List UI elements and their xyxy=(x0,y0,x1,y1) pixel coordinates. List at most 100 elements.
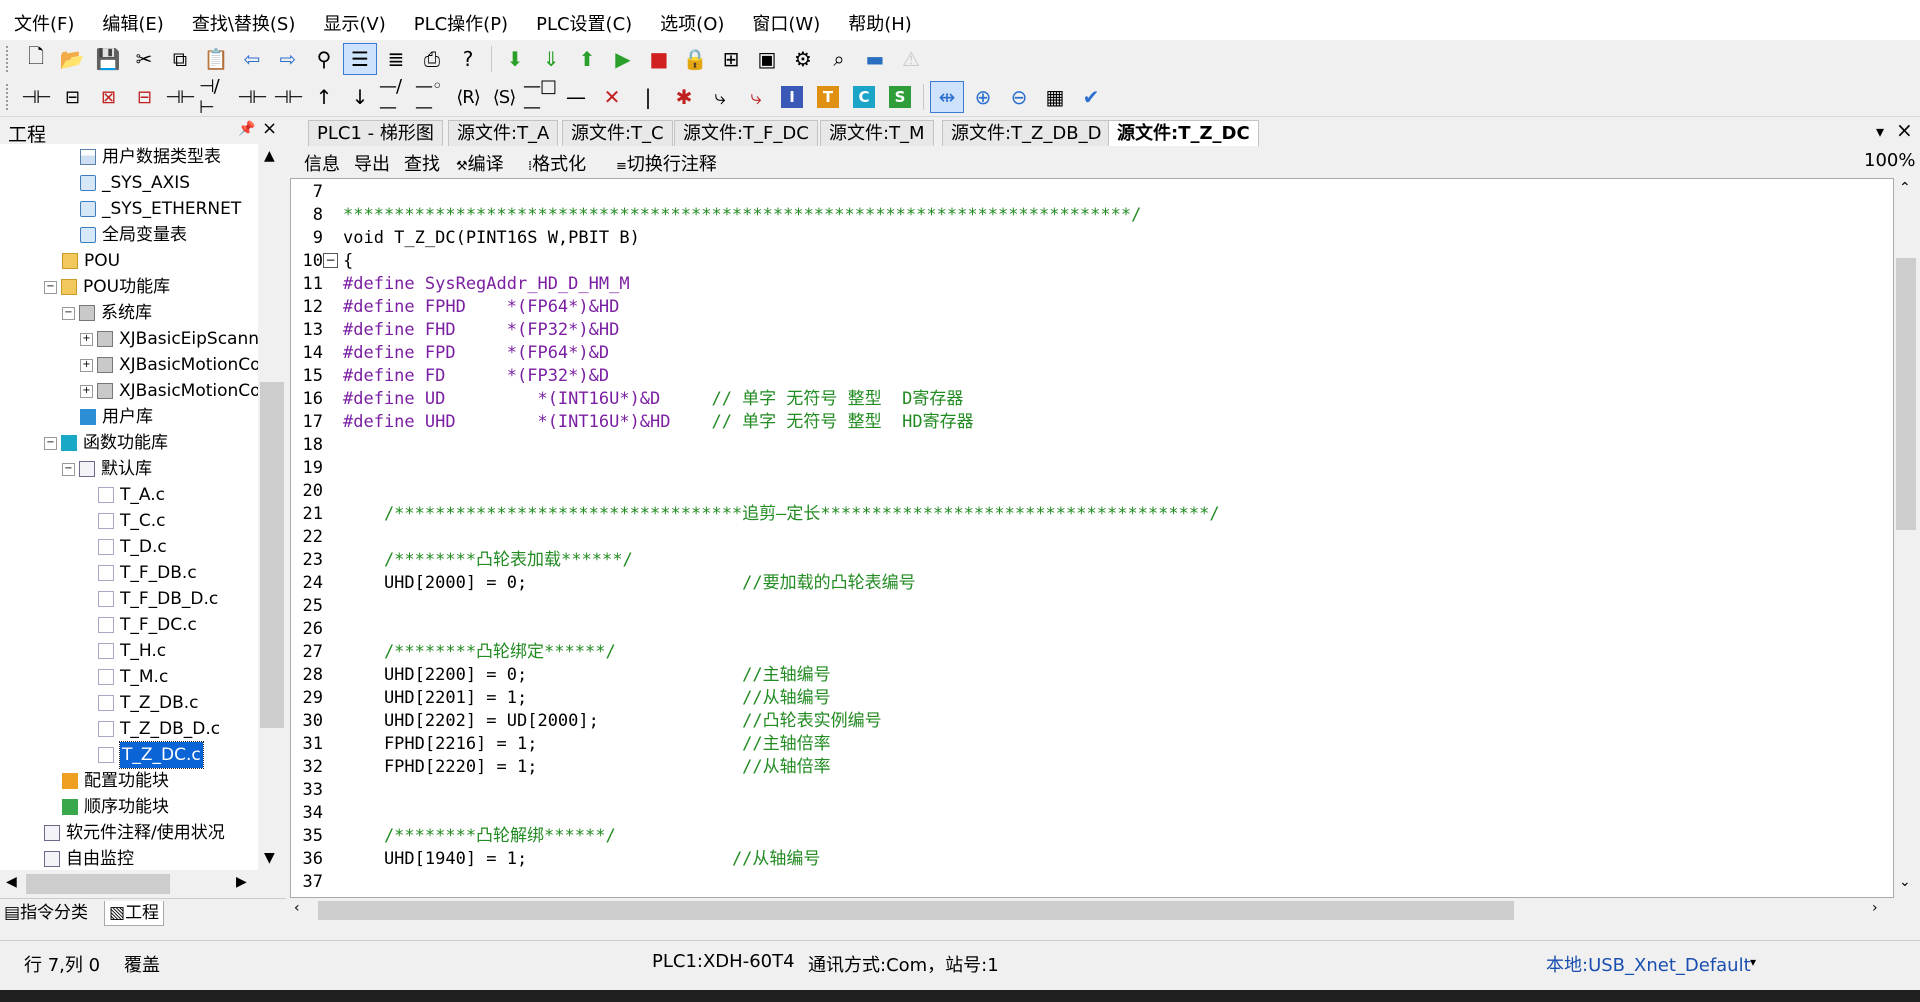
download-all-icon[interactable]: ⇓ xyxy=(534,43,568,75)
tree-item-global-vars[interactable]: 全局变量表 xyxy=(80,222,187,248)
save-icon[interactable]: 💾 xyxy=(91,43,125,75)
lock-icon[interactable]: 🔒 xyxy=(678,43,712,75)
compile-button[interactable]: ⚒编译 xyxy=(456,150,504,176)
fit-width-icon[interactable]: ⇹ xyxy=(930,81,964,113)
menu-plc-operation[interactable]: PLC操作(P) xyxy=(400,10,522,36)
link-icon[interactable]: ⤷ xyxy=(703,81,737,113)
network-icon[interactable]: ⊞ xyxy=(714,43,748,75)
contact-parallel-icon[interactable]: ⊟ xyxy=(55,81,89,113)
contact-falling-icon[interactable]: ⊣⊢ xyxy=(235,81,269,113)
contact-pulse-icon[interactable]: ⊣⊢ xyxy=(271,81,305,113)
tree-item-file-t-a[interactable]: T_A.c xyxy=(98,482,165,508)
menu-view[interactable]: 显示(V) xyxy=(309,10,399,36)
toolbar-grip[interactable] xyxy=(6,46,12,72)
help-icon[interactable]: ? xyxy=(451,43,485,75)
binoculars-icon[interactable]: ⚲ xyxy=(307,43,341,75)
vline-icon[interactable]: | xyxy=(631,81,665,113)
contact-no-icon[interactable]: ⊣⊢ xyxy=(19,81,53,113)
tree-item-user-library[interactable]: 用户库 xyxy=(80,404,153,430)
tree-item-user-datatype[interactable]: 用户数据类型表 xyxy=(80,144,221,170)
monitor-icon[interactable]: ▣ xyxy=(750,43,784,75)
menu-options[interactable]: 选项(O) xyxy=(646,10,738,36)
tree-item-file-t-f-db[interactable]: T_F_DB.c xyxy=(98,560,197,586)
link-delete-icon[interactable]: ⤷ xyxy=(739,81,773,113)
tree-item-system-library[interactable]: − 系统库 xyxy=(62,300,152,326)
tree-vertical-scrollbar[interactable]: ▲ ▼ xyxy=(258,144,286,870)
warning-icon[interactable]: ⚠ xyxy=(894,43,928,75)
expand-icon[interactable]: + xyxy=(80,384,93,398)
tree-item-eip-scanner[interactable]: + XJBasicEipScann xyxy=(80,326,258,352)
new-file-icon[interactable]: 🗋 xyxy=(19,43,53,75)
scroll-up-icon[interactable]: ⌃ xyxy=(1899,180,1911,196)
cut-icon[interactable]: ✂ xyxy=(127,43,161,75)
editor-hscroll-thumb[interactable] xyxy=(318,901,1514,920)
coil-icon[interactable]: —□— xyxy=(523,76,557,118)
scroll-thumb[interactable] xyxy=(26,874,170,894)
contact-nc-icon[interactable]: ⊣⊢ xyxy=(163,81,197,113)
zoom-in-icon[interactable]: ⊕ xyxy=(966,81,1000,113)
redo-icon[interactable]: ⇨ xyxy=(271,43,305,75)
tree-item-file-t-h[interactable]: T_H.c xyxy=(98,638,166,664)
hline-delete-icon[interactable]: ✕ xyxy=(595,81,629,113)
rising-point-icon[interactable]: ⟨R⟩ xyxy=(451,81,485,113)
arrow-down-icon[interactable]: ↓ xyxy=(343,81,377,113)
scroll-left-icon[interactable]: ◀ xyxy=(6,874,17,890)
contact-parallel-delete-icon[interactable]: ⊟ xyxy=(127,81,161,113)
hline-icon[interactable]: — xyxy=(559,81,593,113)
tree-item-default-library[interactable]: − 默认库 xyxy=(62,456,152,482)
tab-project[interactable]: ▧工程 xyxy=(104,901,165,926)
scroll-right-icon[interactable]: › xyxy=(1872,900,1878,916)
tree-item-free-monitor[interactable]: 自由监控 xyxy=(44,846,134,870)
tree-item-file-t-z-db-d[interactable]: T_Z_DB_D.c xyxy=(98,716,220,742)
toggle-comment-button[interactable]: ≡切换行注释 xyxy=(616,150,717,176)
tree-item-device-comments[interactable]: 软元件注释/使用状况 xyxy=(44,820,225,846)
tab-source-t-z-dc[interactable]: 源文件:T_Z_DC xyxy=(1108,120,1259,146)
chevron-down-icon[interactable]: ▾ xyxy=(1750,955,1756,969)
collapse-icon[interactable]: − xyxy=(44,280,57,294)
tab-source-t-c[interactable]: 源文件:T_C xyxy=(562,120,673,146)
tab-list-dropdown-icon[interactable]: ▾ xyxy=(1876,122,1884,141)
device-icon[interactable]: ▬ xyxy=(858,43,892,75)
collapse-icon[interactable]: − xyxy=(62,462,75,476)
instruction-c-icon[interactable]: C xyxy=(847,81,881,113)
check-icon[interactable]: ✔ xyxy=(1074,81,1108,113)
ladder-view-icon[interactable]: ☰ xyxy=(343,43,377,75)
menu-window[interactable]: 窗口(W) xyxy=(738,10,834,36)
download-icon[interactable]: ⬇ xyxy=(498,43,532,75)
menu-help[interactable]: 帮助(H) xyxy=(834,10,926,36)
tree-item-motion-control-2[interactable]: + XJBasicMotionCor xyxy=(80,378,258,404)
tree-horizontal-scrollbar[interactable]: ◀ ▶ xyxy=(0,870,286,898)
zoom-out-icon[interactable]: ⊖ xyxy=(1002,81,1036,113)
scroll-up-icon[interactable]: ▲ xyxy=(264,148,275,164)
menu-plc-settings[interactable]: PLC设置(C) xyxy=(522,10,646,36)
toolbar-grip[interactable] xyxy=(6,84,12,110)
tab-source-t-a[interactable]: 源文件:T_A xyxy=(448,120,559,146)
paste-icon[interactable]: 📋 xyxy=(199,43,233,75)
tree-item-function-library[interactable]: − 函数功能库 xyxy=(44,430,168,456)
fold-collapse-icon[interactable]: − xyxy=(323,253,338,268)
tab-ladder-plc1[interactable]: PLC1 - 梯形图 xyxy=(308,120,443,146)
arrow-up-icon[interactable]: ↑ xyxy=(307,81,341,113)
tree-item-config-fb[interactable]: 配置功能块 xyxy=(62,768,169,794)
tree-item-file-t-d[interactable]: T_D.c xyxy=(98,534,167,560)
tree-item-file-t-c[interactable]: T_C.c xyxy=(98,508,166,534)
tree-item-sequence-fb[interactable]: 顺序功能块 xyxy=(62,794,169,820)
falling-point-icon[interactable]: ⟨S⟩ xyxy=(487,81,521,113)
editor-scroll-thumb[interactable] xyxy=(1896,258,1916,530)
format-button[interactable]: ⁞格式化 xyxy=(528,150,586,176)
tree-item-sys-axis[interactable]: _SYS_AXIS xyxy=(80,170,190,196)
instruction-list-icon[interactable]: ≣ xyxy=(379,43,413,75)
collapse-icon[interactable]: − xyxy=(62,306,75,320)
menu-find-replace[interactable]: 查找\替换(S) xyxy=(178,10,310,36)
contact-rising-icon[interactable]: ⊣/⊢ xyxy=(199,76,233,118)
instruction-i-icon[interactable]: I xyxy=(775,81,809,113)
invert-icon[interactable]: —/— xyxy=(379,76,413,118)
tree-item-file-t-z-db[interactable]: T_Z_DB.c xyxy=(98,690,199,716)
scroll-right-icon[interactable]: ▶ xyxy=(236,874,247,890)
tree-item-pou[interactable]: POU xyxy=(62,248,120,274)
tree-item-file-t-z-dc[interactable]: T_Z_DC.c xyxy=(98,741,204,769)
table-icon[interactable]: ▦ xyxy=(1038,81,1072,113)
vline-delete-icon[interactable]: ✱ xyxy=(667,81,701,113)
instruction-t-icon[interactable]: T xyxy=(811,81,845,113)
tree-item-sys-ethernet[interactable]: _SYS_ETHERNET xyxy=(80,196,241,222)
